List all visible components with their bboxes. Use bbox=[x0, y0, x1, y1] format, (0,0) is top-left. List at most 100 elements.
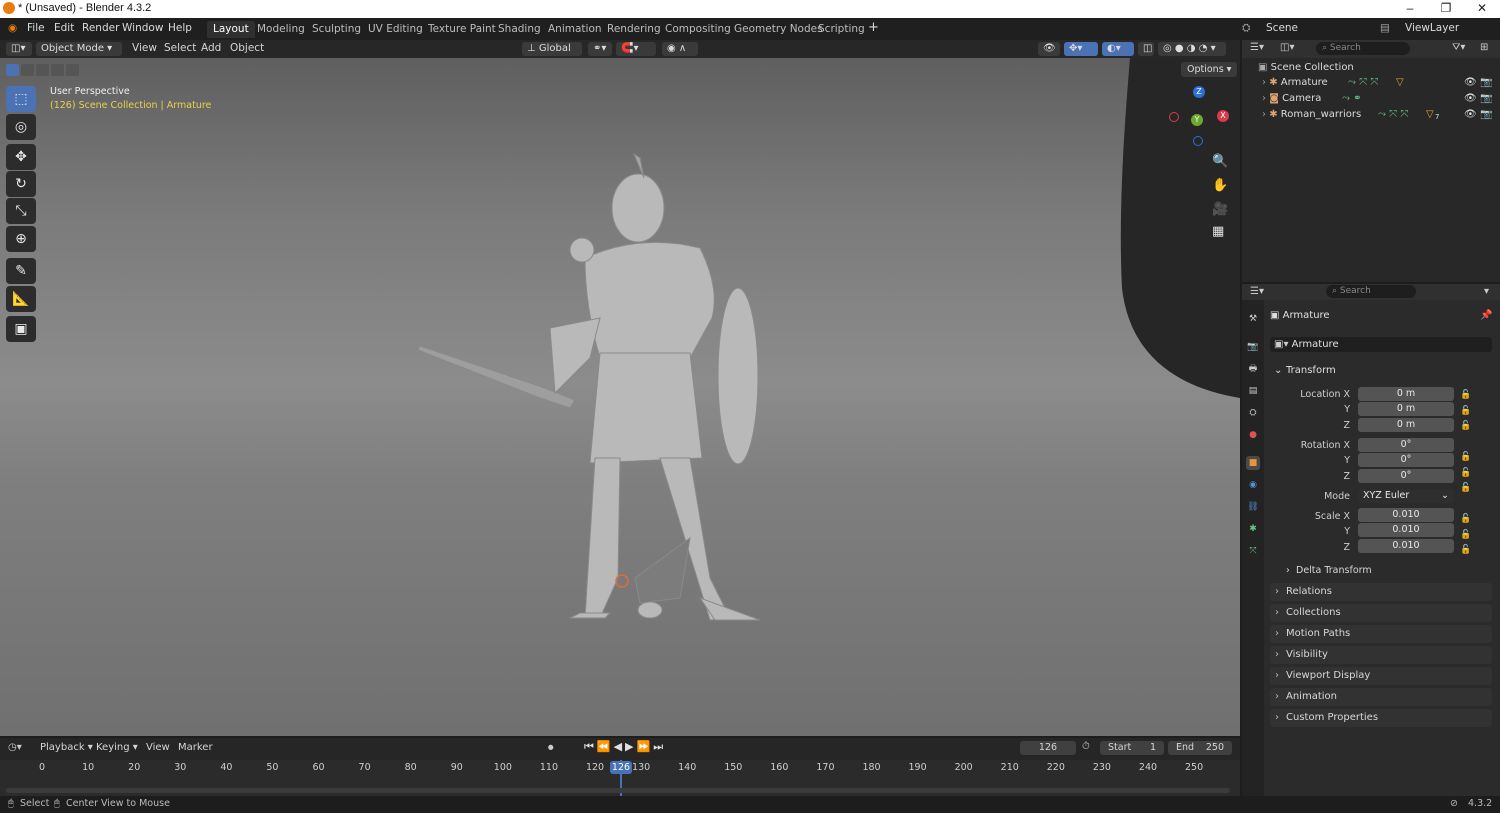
output-tab-icon[interactable]: 🖶 bbox=[1246, 362, 1260, 376]
render-camera-icon[interactable]: 📷 bbox=[1480, 77, 1492, 88]
outliner-editor-icon[interactable]: ☰▾ bbox=[1250, 42, 1264, 53]
menu-timeline-view[interactable]: View bbox=[146, 742, 170, 753]
move-tool-icon[interactable]: ✥ bbox=[6, 144, 36, 170]
visibility-icon[interactable]: 👁 bbox=[1038, 42, 1060, 56]
editor-type-icon[interactable]: ◫▾ bbox=[6, 42, 32, 56]
mode-selector[interactable]: Object Mode ▾ bbox=[36, 42, 122, 56]
outliner-item-camera[interactable]: › ◙ Camera ⤳ ⚭ 👁 📷 bbox=[1262, 93, 1498, 108]
select-box-tool-icon[interactable]: ⬚ bbox=[6, 86, 36, 112]
menu-add[interactable]: Add bbox=[201, 42, 221, 54]
world-tab-icon[interactable]: ● bbox=[1246, 428, 1260, 442]
timeline-editor-icon[interactable]: ◷▾ bbox=[8, 742, 22, 753]
menu-view[interactable]: View bbox=[132, 42, 157, 54]
render-camera-icon[interactable]: 📷 bbox=[1480, 93, 1492, 104]
properties-editor-icon[interactable]: ☰▾ bbox=[1250, 286, 1264, 297]
location-z-field[interactable]: 0 m bbox=[1358, 418, 1454, 432]
gizmo-y-axis[interactable]: Y bbox=[1191, 114, 1203, 126]
proportional-edit-icon[interactable]: ◉ ∧ bbox=[662, 42, 698, 56]
xray-icon[interactable]: ◫ bbox=[1138, 42, 1154, 56]
outliner-item-roman-warriors[interactable]: › ✱ Roman_warriors ⤳ ⤧ ⤧ ▽ 7 👁 📷 bbox=[1262, 109, 1498, 124]
outliner-scene-collection[interactable]: ▣ Scene Collection bbox=[1258, 62, 1494, 77]
timeline-area[interactable]: 0 10 20 30 40 50 60 70 80 90 100 110 120 130 140 150 160… bbox=[0, 760, 1240, 796]
tab-uv-editing[interactable]: UV Editing bbox=[362, 21, 429, 38]
menu-edit[interactable]: Edit bbox=[54, 22, 74, 34]
maximize-button[interactable]: ❐ bbox=[1428, 0, 1464, 18]
zoom-icon[interactable]: 🔍 bbox=[1212, 154, 1228, 169]
scene-tab-icon[interactable]: ⛭ bbox=[1246, 406, 1260, 420]
scale-x-field[interactable]: 0.010 bbox=[1358, 508, 1454, 522]
menu-playback[interactable]: Playback ▾ bbox=[40, 742, 93, 753]
rotation-x-field[interactable]: 0° bbox=[1358, 438, 1454, 452]
view-layer-selector[interactable]: ViewLayer bbox=[1405, 22, 1459, 34]
panel-relations[interactable]: Relations bbox=[1270, 583, 1492, 601]
transform-panel-header[interactable]: ⌄ Transform bbox=[1270, 363, 1492, 379]
panel-custom-properties[interactable]: Custom Properties bbox=[1270, 709, 1492, 727]
rotation-y-field[interactable]: 0° bbox=[1358, 453, 1454, 467]
options-button[interactable]: Options ▾ bbox=[1181, 62, 1238, 77]
expand-arrow-icon[interactable]: › bbox=[1262, 93, 1266, 104]
expand-arrow-icon[interactable]: › bbox=[1262, 109, 1266, 120]
object-tab-icon[interactable]: ■ bbox=[1246, 456, 1260, 470]
snap-icon[interactable]: 🧲▾ bbox=[616, 42, 656, 56]
delta-transform-subpanel[interactable]: › Delta Transform bbox=[1284, 563, 1492, 579]
visibility-eye-icon[interactable]: 👁 bbox=[1464, 109, 1477, 120]
pin-icon[interactable]: 📌 bbox=[1480, 310, 1492, 321]
annotate-tool-icon[interactable]: ✎ bbox=[6, 258, 36, 284]
menu-object[interactable]: Object bbox=[230, 42, 264, 54]
panel-viewport-display[interactable]: Viewport Display bbox=[1270, 667, 1492, 685]
bone-tab-icon[interactable]: ⤧ bbox=[1246, 544, 1260, 558]
scene-selector[interactable]: Scene bbox=[1266, 22, 1298, 34]
preview-range-icon[interactable]: ⏱ bbox=[1082, 741, 1090, 752]
menu-marker[interactable]: Marker bbox=[178, 742, 213, 753]
gizmo-neg-z[interactable] bbox=[1193, 136, 1203, 146]
pivot-icon[interactable]: ⚭▾ bbox=[588, 42, 612, 56]
playhead-frame-badge[interactable]: 126 bbox=[610, 761, 632, 774]
scale-tool-icon[interactable]: ⤡ bbox=[6, 198, 36, 224]
overlay-toggle-icon[interactable]: ◐▾ bbox=[1102, 42, 1134, 56]
autokey-record-icon[interactable]: ⏺ bbox=[548, 741, 554, 755]
panel-animation[interactable]: Animation bbox=[1270, 688, 1492, 706]
3d-viewport[interactable]: ⬚ ◎ ✥ ↻ ⤡ ⊕ ✎ 📐 ▣ User Perspective (126)… bbox=[0, 58, 1240, 736]
location-x-field[interactable]: 0 m bbox=[1358, 387, 1454, 401]
render-tab-icon[interactable]: 📷 bbox=[1246, 340, 1260, 354]
rotation-mode-select[interactable]: XYZ Euler ⌄ bbox=[1358, 489, 1454, 503]
rotate-tool-icon[interactable]: ↻ bbox=[6, 171, 36, 197]
display-mode-icon[interactable]: ◫▾ bbox=[1280, 42, 1294, 53]
tab-texture-paint[interactable]: Texture Paint bbox=[422, 21, 502, 38]
blender-menu-icon[interactable]: ◉ bbox=[8, 22, 17, 34]
physics-tab-icon[interactable]: ◉ bbox=[1246, 478, 1260, 492]
gizmo-z-axis[interactable]: Z bbox=[1193, 86, 1205, 98]
gizmo-toggle-icon[interactable]: ✥▾ bbox=[1064, 42, 1098, 56]
scale-y-field[interactable]: 0.010 bbox=[1358, 523, 1454, 537]
current-frame-field[interactable]: 126 bbox=[1020, 741, 1076, 755]
gizmo-x-axis[interactable]: X bbox=[1217, 110, 1229, 122]
properties-options-icon[interactable]: ▾ bbox=[1484, 286, 1489, 297]
visibility-eye-icon[interactable]: 👁 bbox=[1464, 93, 1477, 104]
add-workspace-icon[interactable]: + bbox=[868, 20, 879, 35]
menu-render[interactable]: Render bbox=[82, 22, 119, 34]
tab-layout[interactable]: Layout bbox=[207, 21, 255, 38]
end-frame-field[interactable]: End 250 bbox=[1168, 741, 1232, 755]
transform-tool-icon[interactable]: ⊕ bbox=[6, 226, 36, 252]
tab-compositing[interactable]: Compositing bbox=[659, 21, 737, 38]
menu-keying[interactable]: Keying ▾ bbox=[96, 742, 138, 753]
start-frame-field[interactable]: Start 1 bbox=[1100, 741, 1164, 755]
orientation-selector[interactable]: ⊥ Global ▾ bbox=[522, 42, 582, 68]
menu-window[interactable]: Window bbox=[122, 22, 163, 34]
visibility-eye-icon[interactable]: 👁 bbox=[1464, 77, 1477, 88]
filter-icon[interactable]: ⛛▾ bbox=[1452, 42, 1465, 53]
measure-tool-icon[interactable]: 📐 bbox=[6, 286, 36, 312]
tool-tab-icon[interactable]: ⚒ bbox=[1246, 312, 1260, 326]
location-y-field[interactable]: 0 m bbox=[1358, 402, 1454, 416]
lock-icons[interactable]: 🔓 🔓 🔓 🔓 🔓 🔓 🔓 🔓 🔓 bbox=[1460, 388, 1471, 559]
scale-z-field[interactable]: 0.010 bbox=[1358, 539, 1454, 553]
render-camera-icon[interactable]: 📷 bbox=[1480, 109, 1492, 120]
tab-scripting[interactable]: Scripting bbox=[812, 21, 871, 38]
add-cube-tool-icon[interactable]: ▣ bbox=[6, 316, 36, 342]
tab-rendering[interactable]: Rendering bbox=[601, 21, 667, 38]
properties-search-input[interactable]: ⌕ Search bbox=[1326, 285, 1416, 298]
view-layer-tab-icon[interactable]: ▤ bbox=[1246, 384, 1260, 398]
gizmo-neg-x[interactable] bbox=[1169, 112, 1179, 122]
constraints-tab-icon[interactable]: ⛓ bbox=[1246, 500, 1260, 514]
select-mode-buttons[interactable] bbox=[6, 64, 86, 78]
